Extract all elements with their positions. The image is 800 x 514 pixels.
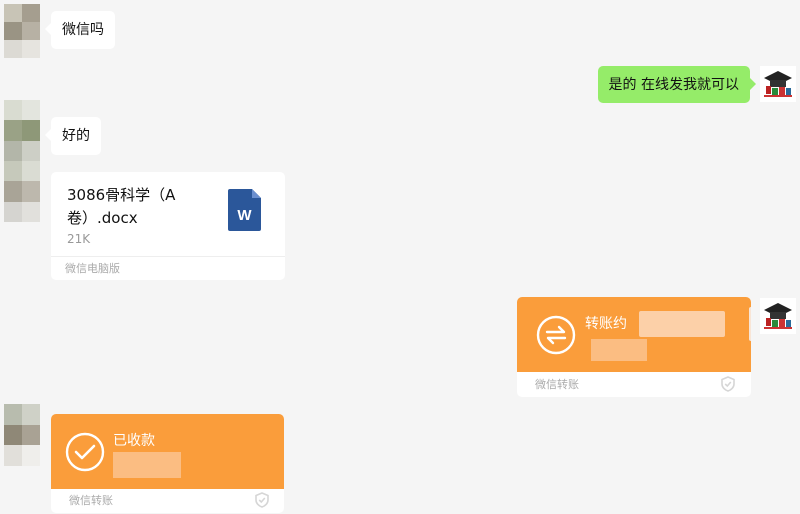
message-text: 是的 在线发我就可以 bbox=[608, 77, 739, 93]
word-doc-icon: W bbox=[228, 189, 261, 231]
check-circle-icon bbox=[65, 432, 105, 472]
transfer-card-received[interactable]: 已收款 微信转账 bbox=[51, 414, 284, 513]
redacted-note bbox=[591, 339, 647, 361]
svg-text:W: W bbox=[237, 207, 252, 224]
contact-avatar[interactable] bbox=[4, 404, 40, 466]
graduation-cap-logo-icon bbox=[760, 66, 796, 102]
graduation-cap-logo-icon bbox=[760, 298, 796, 334]
message-bubble-outgoing[interactable]: 是的 在线发我就可以 bbox=[597, 66, 757, 103]
redacted-amount bbox=[113, 452, 181, 478]
shield-icon bbox=[721, 376, 735, 392]
transfer-footer-label: 微信转账 bbox=[69, 494, 113, 507]
exchange-arrows-icon bbox=[536, 315, 576, 355]
file-source-label: 微信电脑版 bbox=[51, 256, 285, 280]
file-name: 3086骨科学（A卷）.docx bbox=[67, 186, 176, 227]
message-text: 好的 bbox=[62, 128, 90, 144]
redacted-amount bbox=[639, 311, 725, 337]
message-text: 微信吗 bbox=[62, 22, 104, 38]
redacted-overlay bbox=[749, 307, 751, 341]
message-bubble-incoming[interactable]: 微信吗 bbox=[45, 11, 115, 49]
contact-avatar[interactable] bbox=[4, 4, 40, 58]
transfer-status: 转账约 bbox=[585, 316, 627, 332]
transfer-status: 已收款 bbox=[113, 433, 155, 449]
file-message-card[interactable]: 3086骨科学（A卷）.docx 21K W 微信电脑版 bbox=[51, 172, 285, 280]
message-bubble-incoming[interactable]: 好的 bbox=[45, 117, 101, 155]
contact-avatar[interactable] bbox=[4, 100, 40, 222]
transfer-footer-label: 微信转账 bbox=[535, 378, 579, 391]
self-avatar[interactable] bbox=[760, 66, 796, 102]
self-avatar[interactable] bbox=[760, 298, 796, 334]
transfer-card-outgoing[interactable]: 转账约 微信转账 bbox=[517, 297, 751, 397]
shield-icon bbox=[255, 492, 269, 508]
file-size: 21K bbox=[67, 232, 91, 246]
